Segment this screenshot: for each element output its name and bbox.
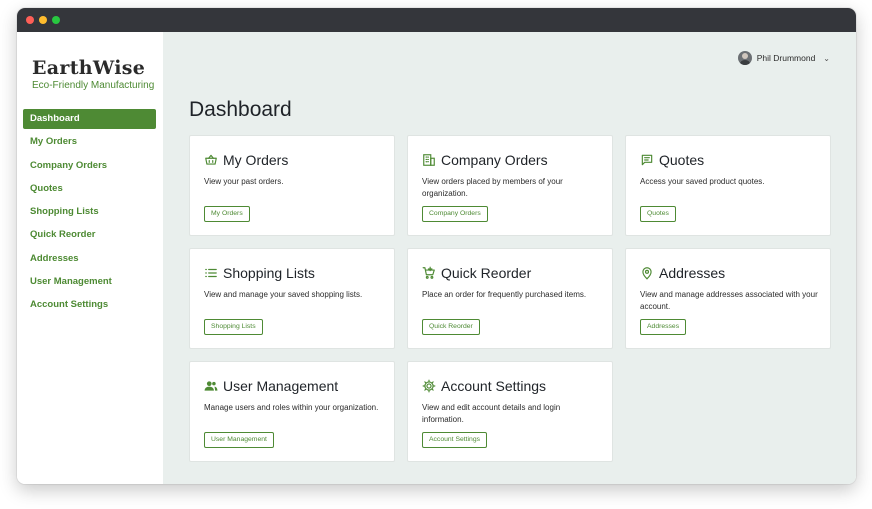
- avatar: [737, 51, 752, 65]
- window-titlebar: [17, 8, 856, 32]
- card-description: Access your saved product quotes.: [640, 177, 765, 186]
- card-company-orders: Company Orders View orders placed by mem…: [407, 135, 613, 236]
- sidebar-item-user-management[interactable]: User Management: [23, 272, 156, 292]
- card-addresses: Addresses View and manage addresses asso…: [625, 248, 831, 349]
- card-title: Account Settings: [441, 378, 547, 394]
- sidebar: EarthWise Eco-Friendly Manufacturing Das…: [17, 32, 163, 484]
- message-icon: [640, 153, 654, 167]
- sidebar-item-account-settings[interactable]: Account Settings: [23, 295, 156, 315]
- user-management-button[interactable]: User Management: [204, 432, 274, 448]
- sidebar-item-company-orders[interactable]: Company Orders: [23, 156, 156, 176]
- brand-tagline: Eco-Friendly Manufacturing: [32, 80, 155, 91]
- list-icon: [204, 266, 218, 280]
- card-user-management: User Management Manage users and roles w…: [189, 361, 395, 462]
- cart-plus-icon: [422, 266, 436, 280]
- account-settings-button[interactable]: Account Settings: [422, 432, 488, 448]
- card-quotes: Quotes Access your saved product quotes.…: [625, 135, 831, 236]
- card-description: View and manage your saved shopping list…: [204, 290, 363, 299]
- gear-icon: [422, 379, 436, 393]
- basket-icon: [204, 153, 218, 167]
- card-title: Company Orders: [441, 152, 548, 168]
- card-shopping-lists: Shopping Lists View and manage your save…: [189, 248, 395, 349]
- quotes-button[interactable]: Quotes: [640, 206, 676, 222]
- card-description: Manage users and roles within your organ…: [204, 403, 379, 412]
- main-content: Phil Drummond ⌄ Dashboard My Orders View…: [163, 32, 856, 484]
- chevron-down-icon: ⌄: [823, 53, 830, 63]
- company-orders-button[interactable]: Company Orders: [422, 206, 488, 222]
- sidebar-nav: Dashboard My Orders Company Orders Quote…: [23, 109, 156, 319]
- shopping-lists-button[interactable]: Shopping Lists: [204, 319, 263, 335]
- card-account-settings: Account Settings View and edit account d…: [407, 361, 613, 462]
- page-title: Dashboard: [189, 98, 292, 121]
- my-orders-button[interactable]: My Orders: [204, 206, 250, 222]
- card-title: Shopping Lists: [223, 265, 315, 281]
- sidebar-item-quotes[interactable]: Quotes: [23, 179, 156, 199]
- card-description: View and edit account details and login …: [422, 403, 561, 424]
- users-icon: [204, 379, 218, 393]
- maximize-window-button[interactable]: [52, 16, 60, 24]
- card-description: Place an order for frequently purchased …: [422, 290, 587, 299]
- card-description: View your past orders.: [204, 177, 284, 186]
- card-title: My Orders: [223, 152, 289, 168]
- card-description: View orders placed by members of your or…: [422, 177, 563, 198]
- user-name: Phil Drummond: [756, 53, 816, 63]
- sidebar-item-dashboard[interactable]: Dashboard: [23, 109, 156, 129]
- card-my-orders: My Orders View your past orders. My Orde…: [189, 135, 395, 236]
- quick-reorder-button[interactable]: Quick Reorder: [422, 319, 480, 335]
- addresses-button[interactable]: Addresses: [640, 319, 687, 335]
- close-window-button[interactable]: [26, 16, 34, 24]
- sidebar-item-my-orders[interactable]: My Orders: [23, 132, 156, 152]
- user-menu[interactable]: Phil Drummond ⌄: [737, 50, 830, 66]
- sidebar-item-shopping-lists[interactable]: Shopping Lists: [23, 202, 156, 222]
- building-icon: [422, 153, 436, 167]
- card-title: User Management: [223, 378, 339, 394]
- sidebar-item-quick-reorder[interactable]: Quick Reorder: [23, 225, 156, 245]
- card-title: Addresses: [659, 265, 726, 281]
- card-description: View and manage addresses associated wit…: [640, 290, 818, 311]
- minimize-window-button[interactable]: [39, 16, 47, 24]
- card-title: Quotes: [659, 152, 705, 168]
- location-pin-icon: [640, 266, 654, 280]
- card-quick-reorder: Quick Reorder Place an order for frequen…: [407, 248, 613, 349]
- brand-logo[interactable]: EarthWise: [32, 57, 145, 79]
- card-title: Quick Reorder: [441, 265, 532, 281]
- app-window: EarthWise Eco-Friendly Manufacturing Das…: [17, 8, 856, 484]
- sidebar-item-addresses[interactable]: Addresses: [23, 249, 156, 269]
